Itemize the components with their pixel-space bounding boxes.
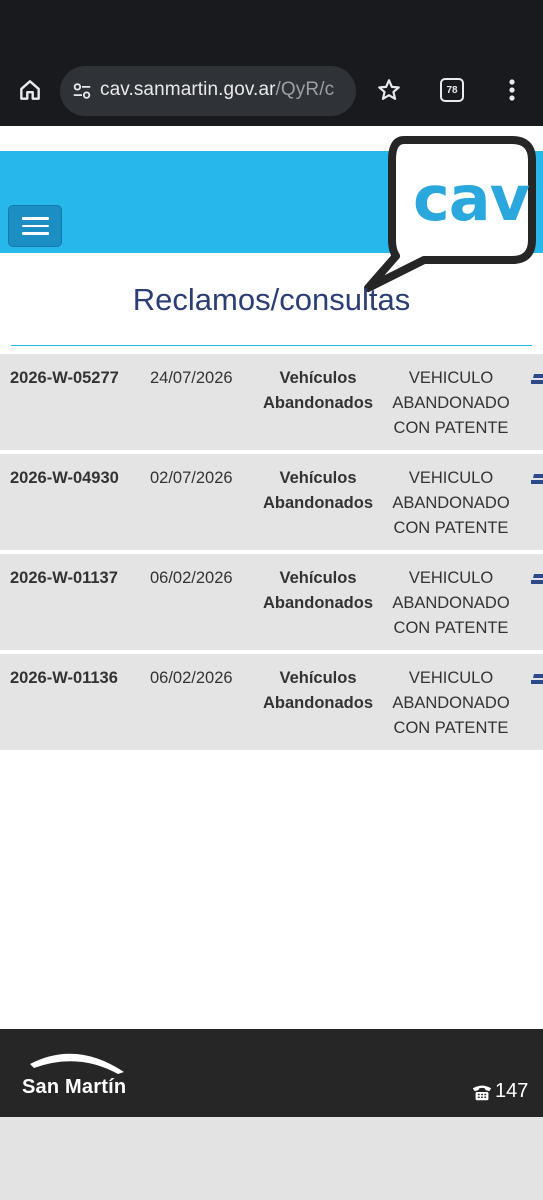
description-line: CON PATENTE (393, 519, 509, 537)
claim-description: VEHICULO ABANDONADO CON PATENTE (386, 466, 516, 541)
description-line: CON PATENTE (393, 419, 509, 437)
view-detail-icon[interactable] (531, 372, 543, 386)
phone-contact[interactable]: 147 (471, 1080, 528, 1103)
tab-count: 78 (440, 78, 464, 102)
table-row[interactable]: 2026-W-04930 02/07/2026 Vehículos Abandon… (0, 454, 543, 554)
status-bar (0, 0, 543, 56)
menu-icon-bar (21, 232, 49, 235)
description-line: CON PATENTE (393, 719, 509, 737)
table-row[interactable]: 2026-W-05277 24/07/2026 Vehículos Abandon… (0, 354, 543, 454)
view-detail-icon[interactable] (531, 672, 543, 686)
phone-number: 147 (495, 1080, 529, 1102)
description-line: VEHICULO (408, 469, 494, 487)
home-button[interactable] (10, 70, 50, 110)
claim-category: Vehículos Abandonados (250, 566, 386, 616)
browser-toolbar: cav.sanmartin.gov.ar/QyR/c 78 (0, 56, 543, 126)
site-info-button[interactable] (68, 77, 96, 105)
description-line: ABANDONADO (392, 494, 510, 512)
claim-date: 24/07/2026 (150, 369, 233, 387)
url-host: cav.sanmartin.gov.ar (100, 79, 276, 100)
more-vert-icon (509, 79, 515, 101)
category-line: Abandonados (263, 594, 373, 612)
san-martin-logo-text: San Martín (22, 1076, 127, 1098)
bottom-area (0, 1117, 543, 1200)
claim-date: 02/07/2026 (150, 469, 233, 487)
web-page: cav Reclamos/consultas 2026-W-05277 24/0… (0, 126, 543, 1029)
claim-category: Vehículos Abandonados (250, 466, 386, 516)
telephone-icon (472, 1085, 492, 1100)
home-icon (20, 80, 40, 100)
menu-icon-bar (21, 224, 49, 228)
view-detail-icon[interactable] (531, 472, 543, 486)
url-text: cav.sanmartin.gov.ar/QyR/c (100, 79, 352, 101)
category-line: Vehículos (279, 569, 357, 587)
san-martin-logo-arc-icon (30, 1053, 124, 1074)
claim-category: Vehículos Abandonados (250, 666, 386, 716)
url-path: /QyR/c (275, 79, 335, 100)
claim-id: 2026-W-01136 (10, 669, 118, 687)
claim-description: VEHICULO ABANDONADO CON PATENTE (386, 666, 516, 741)
menu-icon-bar (21, 217, 49, 220)
hamburger-menu-button[interactable] (8, 205, 62, 247)
description-line: VEHICULO (408, 569, 494, 587)
table-row[interactable]: 2026-W-01136 06/02/2026 Vehículos Abandon… (0, 654, 543, 754)
claim-id: 2026-W-04930 (10, 469, 119, 487)
view-detail-icon[interactable] (531, 572, 543, 586)
claim-date: 06/02/2026 (150, 669, 233, 687)
claim-category: Vehículos Abandonados (250, 366, 386, 416)
title-divider (11, 345, 532, 346)
bookmark-button[interactable] (369, 70, 409, 110)
description-line: CON PATENTE (393, 619, 509, 637)
tune-icon (73, 83, 91, 99)
address-bar[interactable]: cav.sanmartin.gov.ar/QyR/c (60, 66, 356, 116)
description-line: ABANDONADO (392, 594, 510, 612)
claim-id: 2026-W-01137 (10, 569, 118, 587)
description-line: VEHICULO (408, 669, 494, 687)
claim-id: 2026-W-05277 (10, 369, 119, 387)
star-icon (378, 79, 400, 100)
category-line: Vehículos (279, 369, 357, 387)
category-line: Abandonados (263, 494, 373, 512)
claim-description: VEHICULO ABANDONADO CON PATENTE (386, 566, 516, 641)
description-line: ABANDONADO (392, 694, 510, 712)
description-line: VEHICULO (408, 369, 494, 387)
tab-switcher-button[interactable]: 78 (432, 70, 472, 110)
claim-description: VEHICULO ABANDONADO CON PATENTE (386, 366, 516, 441)
claims-table: 2026-W-05277 24/07/2026 Vehículos Abandon… (0, 354, 543, 754)
category-line: Abandonados (263, 394, 373, 412)
claim-date: 06/02/2026 (150, 569, 233, 587)
browser-menu-button[interactable] (492, 70, 532, 110)
table-row[interactable]: 2026-W-01137 06/02/2026 Vehículos Abandon… (0, 554, 543, 654)
category-line: Vehículos (279, 469, 357, 487)
category-line: Abandonados (263, 694, 373, 712)
description-line: ABANDONADO (392, 394, 510, 412)
cav-logo-text: cav (413, 162, 530, 235)
page-title: Reclamos/consultas (132, 282, 411, 317)
category-line: Vehículos (279, 669, 357, 687)
